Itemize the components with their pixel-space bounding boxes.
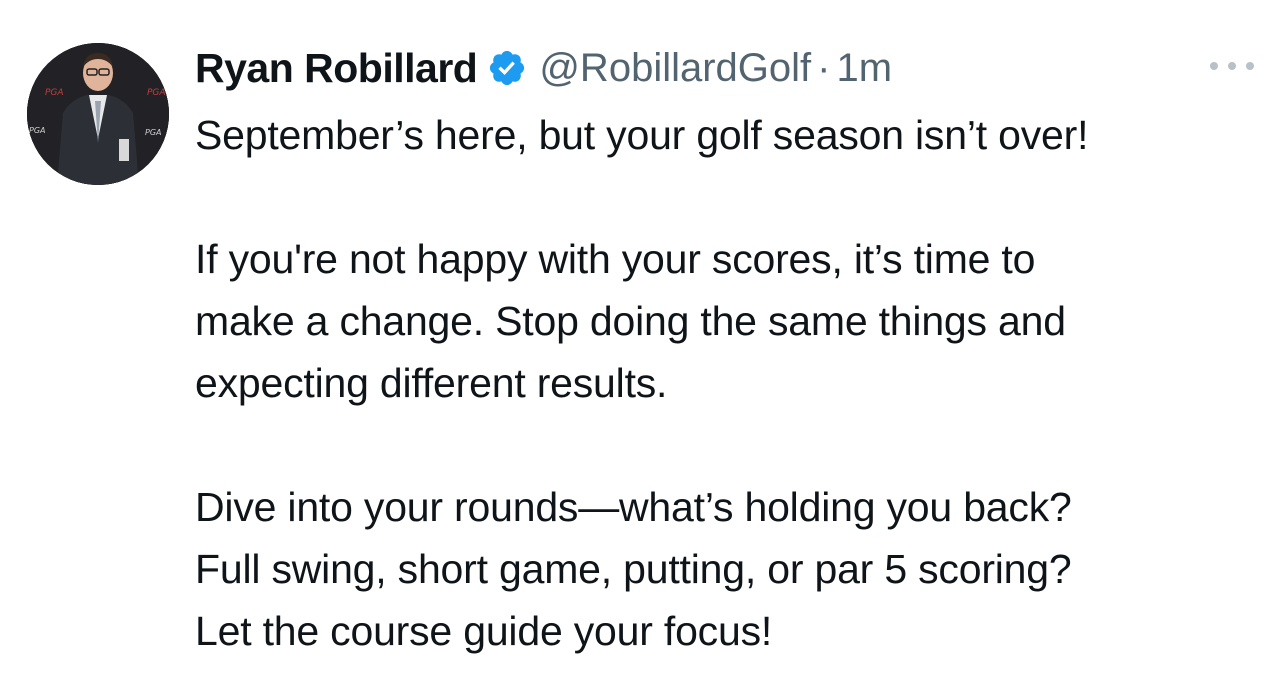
tweet-line: September’s here, but your golf season i… <box>195 112 1089 158</box>
tweet-paragraph: Dive into your rounds—what’s holding you… <box>195 476 1270 662</box>
tweet-line: If you're not happy with your scores, it… <box>195 236 1036 282</box>
tweet[interactable]: PGA PGA PGA PGA Ryan Robillard @Robillar… <box>0 0 1284 681</box>
tweet-line: expecting different results. <box>195 360 668 406</box>
svg-text:PGA: PGA <box>45 88 64 98</box>
avatar[interactable]: PGA PGA PGA PGA <box>27 43 169 185</box>
svg-text:PGA: PGA <box>145 128 162 137</box>
author-handle[interactable]: @RobillardGolf <box>539 46 811 91</box>
more-dot <box>1210 62 1218 70</box>
header-separator: · <box>817 45 831 90</box>
verified-badge-icon[interactable] <box>487 48 527 88</box>
more-horizontal-icon[interactable] <box>1210 58 1254 74</box>
more-dot <box>1246 62 1254 70</box>
tweet-body: September’s here, but your golf season i… <box>195 104 1270 662</box>
svg-text:PGA: PGA <box>29 126 46 135</box>
tweet-timestamp[interactable]: 1m <box>836 46 892 91</box>
tweet-paragraph: September’s here, but your golf season i… <box>195 104 1270 166</box>
tweet-header: Ryan Robillard @RobillardGolf · 1m <box>195 40 892 96</box>
avatar-photo: PGA PGA PGA PGA <box>27 43 169 185</box>
author-display-name[interactable]: Ryan Robillard <box>195 45 478 92</box>
tweet-line: Let the course guide your focus! <box>195 608 773 654</box>
tweet-line: Full swing, short game, putting, or par … <box>195 546 1072 592</box>
tweet-paragraph: If you're not happy with your scores, it… <box>195 228 1270 414</box>
more-dot <box>1228 62 1236 70</box>
svg-text:PGA: PGA <box>147 88 166 98</box>
tweet-line: make a change. Stop doing the same thing… <box>195 298 1066 344</box>
tweet-line: Dive into your rounds—what’s holding you… <box>195 484 1072 530</box>
